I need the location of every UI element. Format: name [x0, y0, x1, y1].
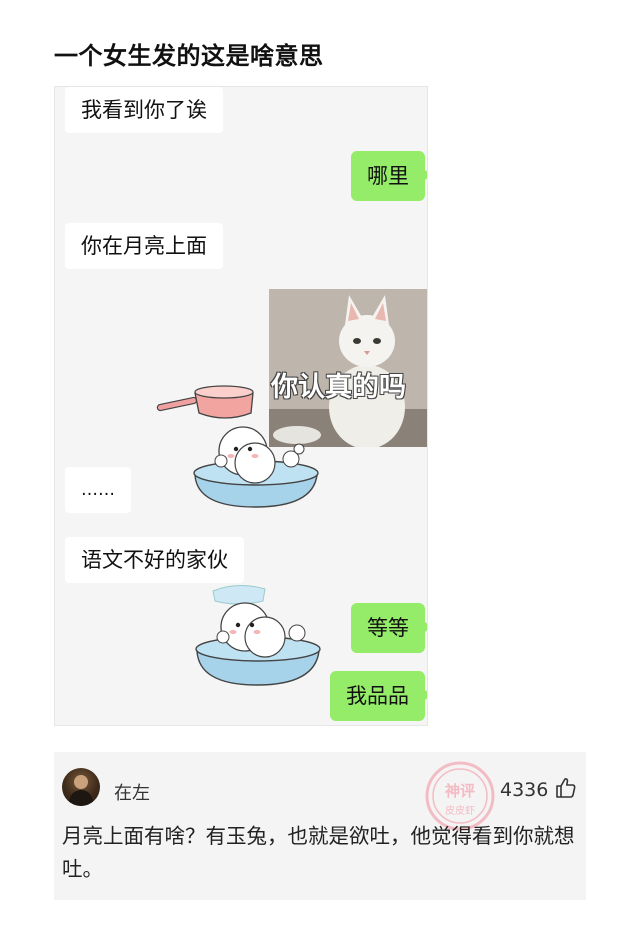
post-title: 一个女生发的这是啥意思	[54, 42, 324, 70]
comment-card: 在左 神评 皮皮虾 4336 月亮上面有啥？有玉兔，也就是欲吐，他觉得看到你就想…	[54, 752, 586, 900]
message-incoming: 语文不好的家伙	[65, 537, 244, 583]
message-outgoing: 等等	[351, 603, 427, 653]
bath-dog-sticker	[156, 385, 319, 508]
comment-text: 月亮上面有啥？有玉兔，也就是欲吐，他觉得看到你就想吐。	[62, 824, 575, 881]
message-outgoing: 哪里	[351, 151, 427, 201]
comment-username[interactable]: 在左	[114, 779, 150, 805]
thumbs-up-icon[interactable]	[554, 776, 578, 800]
chat-screenshot: 我看到你了诶 哪里 你在月亮上面 你认真的吗 …… 语文不好的家伙 等等 我品品	[54, 86, 428, 726]
message-incoming: 你在月亮上面	[65, 223, 223, 269]
message-incoming: 我看到你了诶	[65, 87, 223, 133]
message-outgoing: 我品品	[330, 671, 427, 721]
user-avatar[interactable]	[62, 768, 100, 806]
message-incoming: ……	[65, 467, 131, 513]
bath-dog-sticker	[195, 585, 321, 686]
pot-icon	[156, 385, 254, 419]
stamp-subtitle: 皮皮虾	[445, 804, 475, 817]
stamp-title: 神评	[445, 782, 475, 800]
like-count: 4336	[500, 779, 549, 801]
